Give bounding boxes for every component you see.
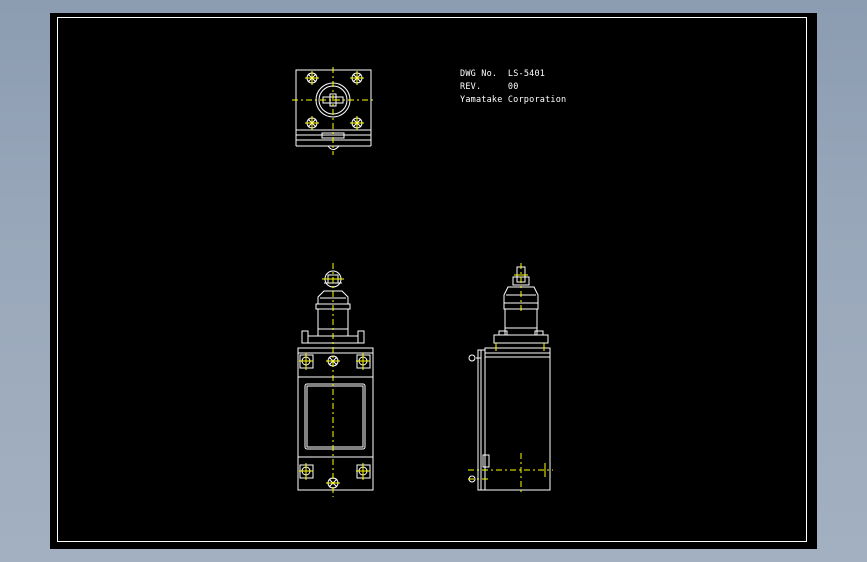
side-view xyxy=(468,263,553,493)
top-view xyxy=(292,67,376,155)
drawing-canvas xyxy=(292,67,553,497)
cad-viewport[interactable]: DWG No. LS-5401 REV. 00 Yamatake Corpora… xyxy=(50,13,817,549)
front-view xyxy=(297,263,374,497)
